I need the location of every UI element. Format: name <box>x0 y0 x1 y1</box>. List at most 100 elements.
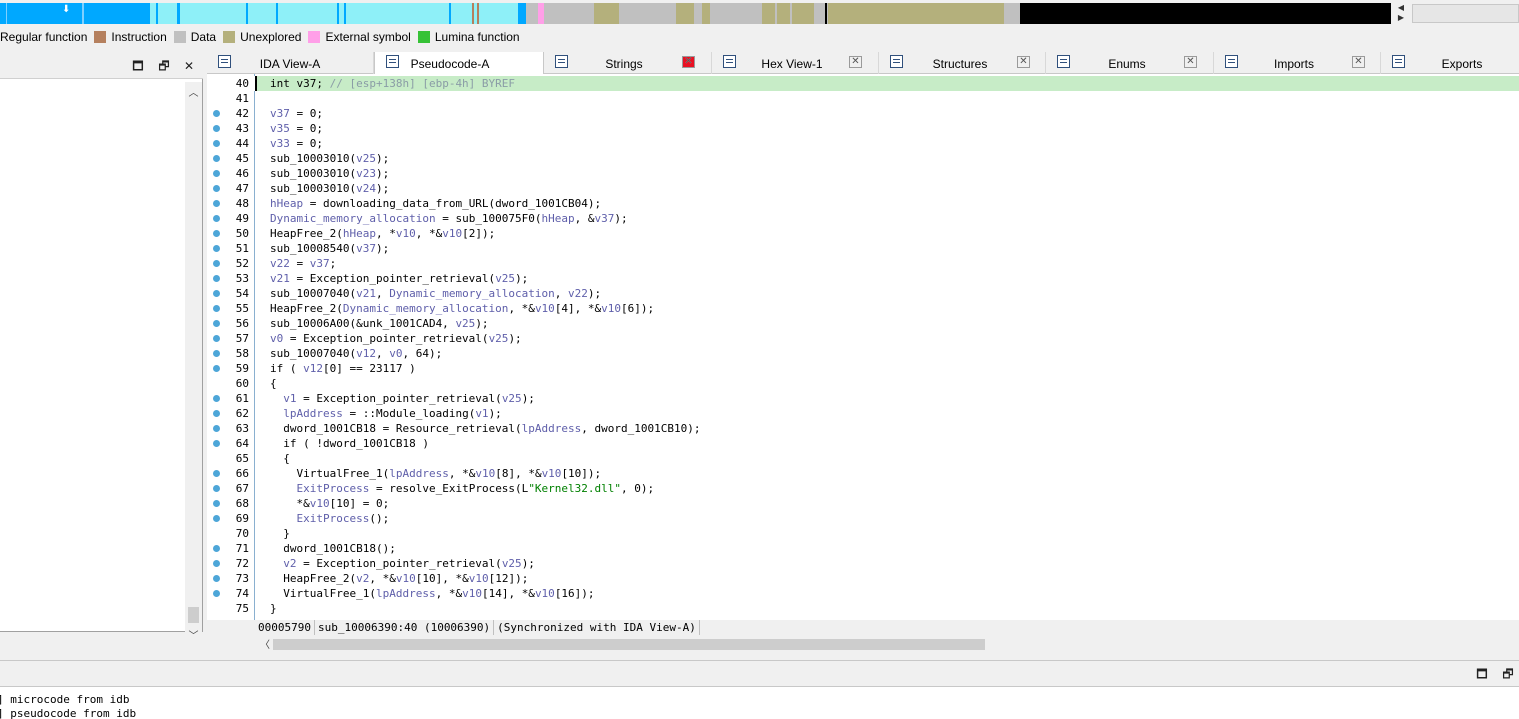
tab-strings[interactable]: Strings ✕ <box>544 52 712 74</box>
line-number: 62 <box>235 407 249 420</box>
breakpoint-dot-icon[interactable] <box>213 395 220 402</box>
breakpoint-dot-icon[interactable] <box>213 485 220 492</box>
breakpoint-dot-icon[interactable] <box>213 245 220 252</box>
line-number: 61 <box>235 392 249 405</box>
close-tab-icon[interactable]: ✕ <box>1352 56 1365 68</box>
tab-label: Structures <box>932 57 988 71</box>
breakpoint-dot-icon[interactable] <box>213 440 220 447</box>
line-number: 74 <box>235 587 249 600</box>
breakpoint-dot-icon[interactable] <box>213 560 220 567</box>
breakpoint-dot-icon[interactable] <box>213 575 220 582</box>
code-text: v21 = Exception_pointer_retrieval(v25); <box>270 272 529 285</box>
breakpoint-dot-icon[interactable] <box>213 290 220 297</box>
breakpoint-dot-icon[interactable] <box>213 200 220 207</box>
navband-scroll-arrows-icon[interactable]: ◀ ▶ <box>1395 3 1407 24</box>
code-line[interactable]: 40 int v37; // [esp+138h] [ebp-4h] BYREF <box>207 76 1519 91</box>
breakpoint-dot-icon[interactable] <box>213 590 220 597</box>
line-number: 66 <box>235 467 249 480</box>
close-tab-icon[interactable]: ✕ <box>849 56 862 68</box>
line-number: 65 <box>235 452 249 465</box>
code-text: HeapFree_2(v2, *&v10[10], *&v10[12]); <box>270 572 529 585</box>
code-text: } <box>270 602 277 615</box>
breakpoint-dot-icon[interactable] <box>213 335 220 342</box>
breakpoint-dot-icon[interactable] <box>213 410 220 417</box>
code-text: } <box>270 527 290 540</box>
functions-vertical-scrollbar[interactable]: ︿ ﹀ <box>185 82 202 653</box>
breakpoint-dot-icon[interactable] <box>213 425 220 432</box>
current-position-arrow-icon: ⬇ <box>62 4 71 15</box>
pseudocode-editor[interactable]: 40 int v37; // [esp+138h] [ebp-4h] BYREF 4… <box>207 74 1519 620</box>
tab-label: Hex View-1 <box>761 57 823 71</box>
tab-label: IDA View-A <box>259 57 321 71</box>
breakpoint-dot-icon[interactable] <box>213 260 220 267</box>
status-location: sub_10006390:40 (10006390) <box>314 620 495 635</box>
breakpoint-dot-icon[interactable] <box>213 140 220 147</box>
legend-swatch <box>173 31 186 43</box>
tab-pseudocode-a[interactable]: Pseudocode-A ✕ <box>374 52 695 75</box>
scroll-up-icon[interactable]: ︿ <box>185 84 202 99</box>
breakpoint-dot-icon[interactable] <box>213 110 220 117</box>
navigation-band[interactable]: ⬇ <box>0 3 1391 24</box>
close-tab-icon[interactable]: ✕ <box>1017 56 1030 68</box>
legend-item: Data <box>173 30 216 44</box>
breakpoint-dot-icon[interactable] <box>213 365 220 372</box>
scrollbar-thumb[interactable] <box>273 639 985 650</box>
scrollbar-thumb[interactable] <box>188 607 199 623</box>
line-number: 60 <box>235 377 249 390</box>
breakpoint-dot-icon[interactable] <box>213 185 220 192</box>
line-number: 47 <box>235 182 249 195</box>
tab-enums[interactable]: Enums ✕ <box>1046 52 1214 74</box>
restore-icon[interactable]: 🗗 <box>156 58 172 74</box>
breakpoint-dot-icon[interactable] <box>213 515 220 522</box>
line-number: 57 <box>235 332 249 345</box>
line-number: 42 <box>235 107 249 120</box>
line-number: 64 <box>235 437 249 450</box>
breakpoint-dot-icon[interactable] <box>213 350 220 357</box>
code-text: VirtualFree_1(lpAddress, *&v10[14], *&v1… <box>270 587 595 600</box>
breakpoint-dot-icon[interactable] <box>213 170 220 177</box>
close-tab-icon[interactable]: ✕ <box>1184 56 1197 68</box>
breakpoint-dot-icon[interactable] <box>213 545 220 552</box>
close-tab-icon[interactable]: ✕ <box>682 56 695 68</box>
breakpoint-dot-icon[interactable] <box>213 230 220 237</box>
line-number: 55 <box>235 302 249 315</box>
breakpoint-dot-icon[interactable] <box>213 155 220 162</box>
breakpoint-dot-icon[interactable] <box>213 470 220 477</box>
breakpoint-dot-icon[interactable] <box>213 215 220 222</box>
output-window[interactable]: ] microcode from idb ] pseudocode from i… <box>0 687 1519 719</box>
pseudocode-horizontal-scrollbar[interactable]: 〈 <box>255 636 1519 653</box>
line-number: 75 <box>235 602 249 615</box>
code-text: sub_10006A00(&unk_1001CAD4, v25); <box>270 317 489 330</box>
view-tab-bar: IDA View-A Pseudocode-A ✕ Strings ✕ Hex … <box>207 52 1519 75</box>
legend-swatch <box>417 31 430 43</box>
maximize-icon[interactable]: 🗖 <box>1474 666 1490 682</box>
code-text: sub_10007040(v21, Dynamic_memory_allocat… <box>270 287 602 300</box>
code-text: VirtualFree_1(lpAddress, *&v10[8], *&v10… <box>270 467 602 480</box>
close-icon[interactable]: ✕ <box>181 58 197 74</box>
line-number: 67 <box>235 482 249 495</box>
line-number: 44 <box>235 137 249 150</box>
restore-icon[interactable]: 🗗 <box>1500 666 1516 682</box>
code-text: sub_10003010(v24); <box>270 182 390 195</box>
tab-ida-view-a[interactable]: IDA View-A <box>207 52 374 74</box>
maximize-icon[interactable]: 🗖 <box>130 58 146 74</box>
line-number: 63 <box>235 422 249 435</box>
navband-overview <box>1412 4 1519 23</box>
line-number: 48 <box>235 197 249 210</box>
scroll-down-icon[interactable]: ﹀ <box>185 627 202 642</box>
line-number: 58 <box>235 347 249 360</box>
tab-hex-view-1[interactable]: Hex View-1 ✕ <box>712 52 879 74</box>
breakpoint-dot-icon[interactable] <box>213 275 220 282</box>
scroll-left-icon[interactable]: 〈 <box>260 636 270 651</box>
tab-exports[interactable]: Exports <box>1381 52 1519 74</box>
line-number: 41 <box>235 92 249 105</box>
breakpoint-dot-icon[interactable] <box>213 320 220 327</box>
tab-label: Pseudocode-A <box>410 57 490 71</box>
breakpoint-dot-icon[interactable] <box>213 125 220 132</box>
code-text: v33 = 0; <box>270 137 323 150</box>
text-cursor <box>255 76 257 91</box>
breakpoint-dot-icon[interactable] <box>213 500 220 507</box>
tab-structures[interactable]: Structures ✕ <box>879 52 1046 74</box>
tab-imports[interactable]: Imports ✕ <box>1214 52 1381 74</box>
breakpoint-dot-icon[interactable] <box>213 305 220 312</box>
